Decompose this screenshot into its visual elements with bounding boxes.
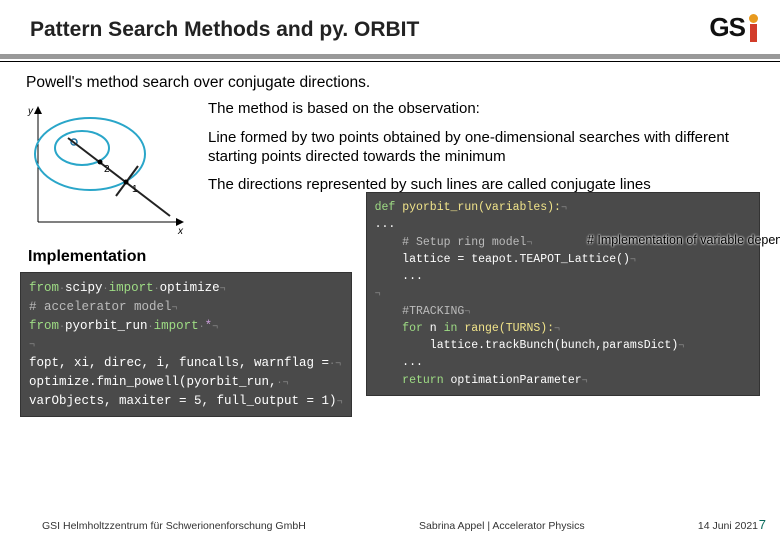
- code-token: import: [154, 319, 199, 333]
- slide-header: Pattern Search Methods and py. ORBIT GS: [0, 0, 780, 50]
- logo-stem-icon: [750, 24, 757, 42]
- logo-text: GS: [709, 12, 745, 43]
- title-divider-thick: [0, 54, 780, 59]
- code-token: *: [205, 319, 213, 333]
- svg-text:y: y: [27, 106, 34, 117]
- code-block-pyorbit: def pyorbit_run(variables):¬ ... # Setup…: [366, 192, 760, 396]
- code-line: ...: [375, 270, 423, 283]
- code-comment: #TRACKING: [375, 305, 465, 318]
- code-comment: # Setup ring model: [375, 236, 527, 249]
- powell-description: Powell's method search over conjugate di…: [26, 74, 760, 92]
- slide-content: Powell's method search over conjugate di…: [0, 62, 780, 417]
- left-col: Implementation from·scipy·import·optimiz…: [20, 242, 352, 417]
- code-token: from: [29, 319, 59, 333]
- code-line: optimize.fmin_powell(pyorbit_run,: [29, 375, 277, 389]
- code-token: scipy: [65, 281, 103, 295]
- slide-title: Pattern Search Methods and py. ORBIT: [30, 18, 750, 42]
- implementation-note: # Implementation of variable depending m…: [587, 233, 747, 248]
- code-token: return: [375, 374, 444, 387]
- code-line: ...: [375, 218, 396, 231]
- footer-author: Sabrina Appel | Accelerator Physics: [419, 520, 585, 532]
- slide-footer: GSI Helmholtzzentrum für Schwerionenfors…: [0, 520, 780, 532]
- code-block-scipy: from·scipy·import·optimize¬ # accelerato…: [20, 272, 352, 417]
- code-line: lattice = teapot.TEAPOT_Lattice(): [375, 253, 630, 266]
- observation-heading: The method is based on the observation:: [208, 100, 760, 119]
- code-token: import: [109, 281, 154, 295]
- footer-org: GSI Helmholtzzentrum für Schwerionenfors…: [42, 520, 306, 532]
- code-token: pyorbit_run(variables):: [402, 201, 561, 214]
- observation-body: Line formed by two points obtained by on…: [208, 129, 760, 167]
- code-token: for: [375, 322, 423, 335]
- code-line: lattice.trackBunch(bunch,paramsDict): [375, 339, 679, 352]
- code-comment: # accelerator model: [29, 300, 172, 314]
- page-number: 7: [759, 517, 766, 532]
- code-line: varObjects, maxiter = 5, full_output = 1…: [29, 394, 337, 408]
- code-row: Implementation from·scipy·import·optimiz…: [20, 242, 760, 417]
- svg-text:1: 1: [132, 184, 138, 195]
- code-token: from: [29, 281, 59, 295]
- code-token: range(TURNS):: [464, 322, 554, 335]
- gsi-logo: GS: [709, 12, 758, 43]
- conjugate-diagram: y x 1 2: [20, 100, 190, 242]
- code-token: n: [430, 322, 437, 335]
- code-token: def: [375, 201, 396, 214]
- code-token: optimationParameter: [451, 374, 582, 387]
- svg-text:2: 2: [104, 164, 110, 175]
- code-token: in: [444, 322, 458, 335]
- code-token: pyorbit_run: [65, 319, 148, 333]
- logo-i-icon: [749, 14, 758, 42]
- code-line: fopt, xi, direc, i, funcalls, warnflag =: [29, 356, 329, 370]
- svg-text:x: x: [177, 226, 184, 237]
- code-token: optimize: [160, 281, 220, 295]
- footer-date: 14 Juni 2021: [698, 520, 758, 532]
- logo-dot-icon: [749, 14, 758, 23]
- diagram-svg: y x 1 2: [20, 100, 190, 238]
- code-line: ...: [375, 356, 423, 369]
- implementation-heading: Implementation: [28, 248, 352, 266]
